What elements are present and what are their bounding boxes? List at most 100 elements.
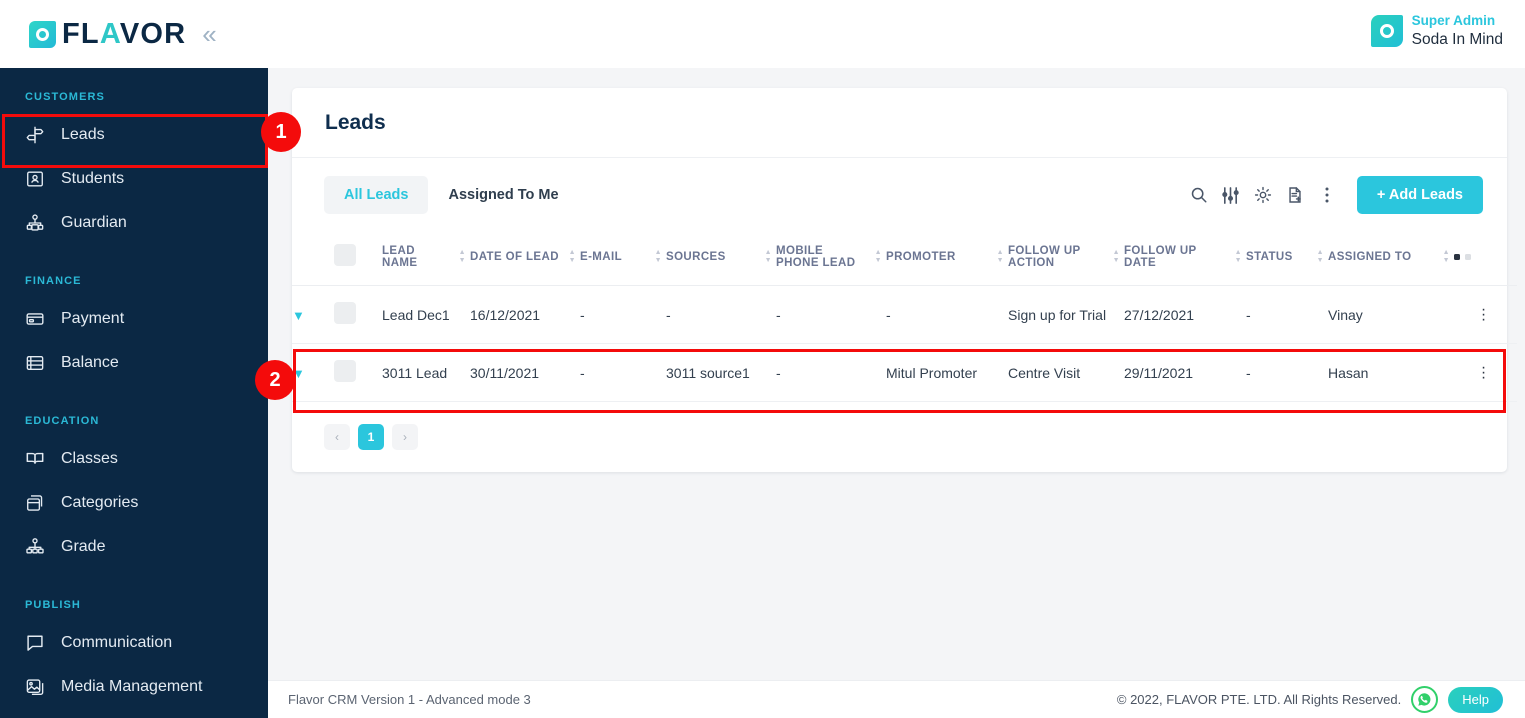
sidebar-item-label: Grade	[61, 538, 106, 555]
cell-assigned-to: Hasan	[1328, 343, 1454, 402]
column-header-follow-up-action[interactable]: FOLLOW UP ACTION ▲ ▼	[1008, 232, 1124, 286]
cell-lead-name: Lead Dec1	[382, 285, 470, 344]
row-select-cell	[334, 285, 382, 344]
chat-bubble-icon	[25, 633, 53, 653]
image-stack-icon	[25, 677, 53, 697]
credit-card-icon	[25, 309, 53, 329]
row-checkbox[interactable]	[334, 360, 356, 382]
cell-lead-name: 3011 Lead	[382, 343, 470, 402]
pagination-next[interactable]: ›	[392, 424, 418, 450]
add-leads-button[interactable]: + Add Leads	[1356, 176, 1483, 214]
chevron-down-icon[interactable]: ▼	[292, 308, 305, 323]
sidebar-item-students[interactable]: Students	[0, 157, 268, 201]
sort-toggle-icon[interactable]: ▲ ▼	[1113, 249, 1120, 264]
table-row[interactable]: ▼ 3011 Lead 30/11/2021-3011 source1- Mitul …	[292, 343, 1517, 402]
cell-mobile-phone-lead: -	[776, 285, 886, 344]
pagination-page-1[interactable]: 1	[358, 424, 384, 450]
cell-date-of-lead: 16/12/2021	[470, 285, 580, 344]
cell-status: -	[1246, 285, 1328, 344]
cell-status: -	[1246, 343, 1328, 402]
sidebar-item-media-management[interactable]: Media Management	[0, 665, 268, 709]
document-add-icon[interactable]	[1279, 179, 1311, 211]
sidebar-collapse-icon[interactable]: «	[202, 21, 216, 47]
hierarchy-icon	[25, 537, 53, 557]
tab-assigned-to-me[interactable]: Assigned To Me	[428, 176, 578, 214]
cell-date-of-lead: 30/11/2021	[470, 343, 580, 402]
row-more-icon[interactable]: · · ·	[1454, 360, 1513, 386]
sort-toggle-icon[interactable]: ▲ ▼	[655, 249, 662, 264]
book-icon	[25, 449, 53, 469]
sidebar-section-customers: CUSTOMERS	[25, 91, 105, 103]
sidebar-item-label: Categories	[61, 494, 139, 511]
user-profile[interactable]: Super Admin Soda In Mind	[1370, 13, 1503, 49]
brand-logo[interactable]: FLAVOR «	[29, 18, 217, 51]
column-header-label: PROMOTER	[886, 250, 956, 263]
table-head: LEAD NAME ▲ ▼ DATE OF LEAD ▲ ▼ E-MAIL ▲ ▼ SOURCES…	[292, 232, 1517, 286]
tab-all-leads[interactable]: All Leads	[324, 176, 429, 214]
column-header-promoter[interactable]: PROMOTER ▲ ▼	[886, 232, 1008, 286]
sort-toggle-icon[interactable]: ▲ ▼	[875, 249, 882, 264]
sidebar-item-label: Communication	[61, 634, 173, 651]
sidebar-item-payment[interactable]: Payment	[0, 297, 268, 341]
sidebar-item-guardian[interactable]: Guardian	[0, 201, 268, 245]
sort-toggle-icon[interactable]: ▲ ▼	[1235, 249, 1242, 264]
column-header-e-mail[interactable]: E-MAIL ▲ ▼	[580, 232, 666, 286]
cell-assigned-to: Vinay	[1328, 285, 1454, 344]
column-header-label: E-MAIL	[580, 250, 623, 263]
sidebar-item-classes[interactable]: Classes	[0, 437, 268, 481]
cell-follow-up-date: 27/12/2021	[1124, 285, 1246, 344]
select-all-checkbox[interactable]	[334, 244, 356, 266]
sidebar-item-categories[interactable]: Categories	[0, 481, 268, 525]
footer-copyright: © 2022, FLAVOR PTE. LTD. All Rights Rese…	[1116, 692, 1402, 707]
row-actions-cell: · · ·	[1454, 285, 1517, 344]
sidebar-item-label: Payment	[61, 310, 125, 327]
row-expand-cell: ▼	[292, 285, 334, 344]
pagination-prev[interactable]: ‹	[324, 424, 350, 450]
sidebar-item-leads[interactable]: Leads	[0, 113, 268, 157]
sort-toggle-icon[interactable]: ▲ ▼	[459, 249, 466, 264]
main-content: Leads All Leads Assigned To Me + Add Lea…	[268, 68, 1525, 718]
sort-toggle-icon[interactable]: ▲ ▼	[997, 249, 1004, 264]
sidebar-item-label: Students	[61, 170, 125, 187]
column-header-sources[interactable]: SOURCES ▲ ▼	[666, 232, 776, 286]
more-vertical-icon[interactable]	[1311, 179, 1343, 211]
filter-sliders-icon[interactable]	[1215, 179, 1247, 211]
sidebar-item-balance[interactable]: Balance	[0, 341, 268, 385]
sort-toggle-icon[interactable]: ▲ ▼	[1443, 249, 1450, 264]
cell-follow-up-date: 29/11/2021	[1124, 343, 1246, 402]
column-header-date-of-lead[interactable]: DATE OF LEAD ▲ ▼	[470, 232, 580, 286]
row-checkbox[interactable]	[334, 302, 356, 324]
column-header-mobile-phone-lead[interactable]: MOBILE PHONE LEAD ▲ ▼	[776, 232, 886, 286]
sidebar-item-label: Guardian	[61, 214, 127, 231]
leads-table: LEAD NAME ▲ ▼ DATE OF LEAD ▲ ▼ E-MAIL ▲ ▼ SOURCES…	[292, 232, 1517, 402]
column-header-status[interactable]: STATUS ▲ ▼	[1246, 232, 1328, 286]
sidebar-item-communication[interactable]: Communication	[0, 621, 268, 665]
row-more-icon[interactable]: · · ·	[1454, 302, 1513, 328]
avatar	[1370, 15, 1403, 48]
signpost-icon	[25, 125, 53, 145]
column-header-assigned-to[interactable]: ASSIGNED TO ▲ ▼	[1328, 232, 1454, 286]
sidebar-section-publish: PUBLISH	[25, 599, 81, 611]
gear-icon[interactable]	[1247, 179, 1279, 211]
sort-toggle-icon[interactable]: ▲ ▼	[765, 249, 772, 264]
chevron-down-icon[interactable]: ▼	[292, 366, 305, 381]
sidebar: CUSTOMERS Leads Students Guardian FINANCE Pay…	[0, 68, 268, 718]
top-bar: FLAVOR « Super Admin Soda In Mind	[0, 0, 1525, 68]
sort-toggle-icon[interactable]: ▲ ▼	[1317, 249, 1324, 264]
cell-promoter: Mitul Promoter	[886, 343, 1008, 402]
whatsapp-icon[interactable]	[1411, 686, 1439, 713]
leads-card: Leads All Leads Assigned To Me + Add Lea…	[292, 88, 1517, 472]
search-icon[interactable]	[1183, 179, 1215, 211]
column-header-label: ASSIGNED TO	[1328, 250, 1412, 263]
column-options-icon[interactable]	[1454, 253, 1513, 260]
sort-toggle-icon[interactable]: ▲ ▼	[569, 249, 576, 264]
table-row[interactable]: ▼ Lead Dec1 16/12/2021- - - - Sign up for Tria…	[292, 285, 1517, 344]
cell-follow-up-action: Sign up for Trial	[1008, 285, 1124, 344]
help-button[interactable]: Help	[1448, 686, 1503, 713]
column-header-lead-name[interactable]: LEAD NAME ▲ ▼	[382, 232, 470, 286]
app-root: FLAVOR « Super Admin Soda In Mind CUSTOM…	[0, 0, 1525, 718]
sidebar-item-grade[interactable]: Grade	[0, 525, 268, 569]
column-header-follow-up-date[interactable]: FOLLOW UP DATE ▲ ▼	[1124, 232, 1246, 286]
flavor-logo-icon	[29, 20, 56, 48]
row-expand-cell: ▼	[292, 343, 334, 402]
